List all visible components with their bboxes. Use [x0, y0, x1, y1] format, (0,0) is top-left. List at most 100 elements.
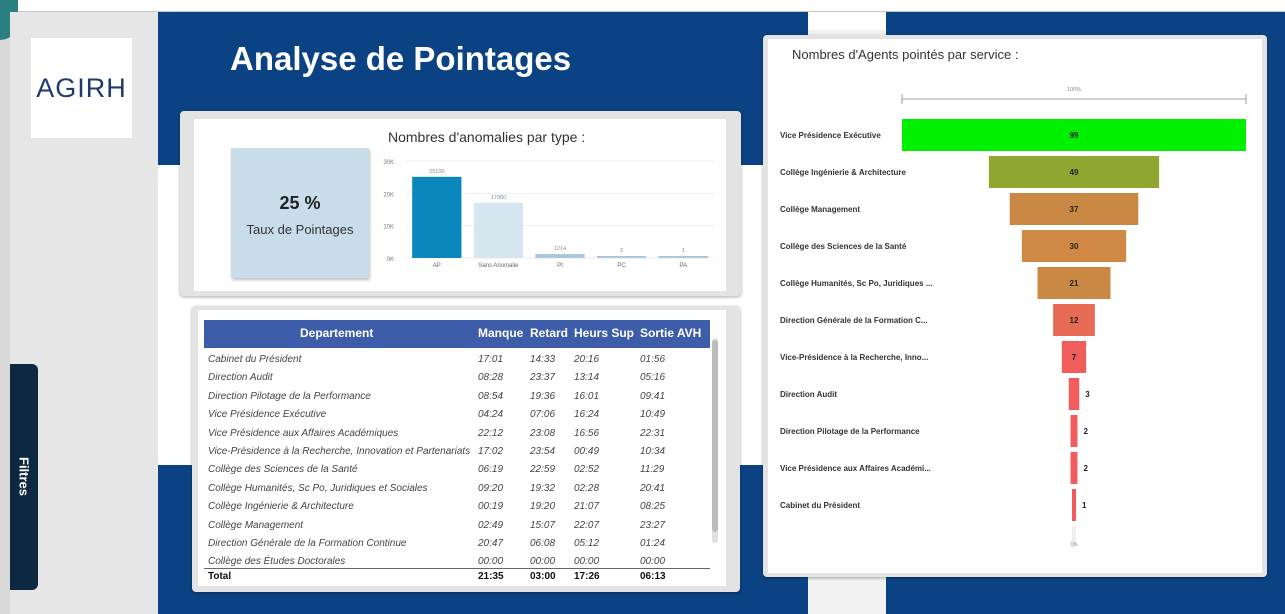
bar-chart-bar[interactable]: [535, 254, 585, 258]
table-cell: 06:08: [530, 538, 556, 549]
agents-funnel-card-body: Nombres d'Agents pointés par service : 1…: [768, 39, 1262, 573]
table-cell: 00:49: [574, 446, 600, 457]
table-total-cell: 17:26: [574, 571, 600, 582]
bar-chart-xtick: PI: [557, 263, 563, 269]
funnel-category-label: Direction Générale de la Formation C...: [780, 316, 928, 325]
table-cell: 02:49: [478, 519, 504, 531]
funnel-bar[interactable]: [1070, 415, 1078, 447]
funnel-category-label: Collège Humanités, Sc Po, Juridiques ...: [780, 279, 932, 288]
funnel-category-label: Collège Ingénierie & Architecture: [780, 168, 907, 177]
table-column-header[interactable]: Departement: [300, 326, 373, 340]
table-cell: 08:25: [640, 501, 666, 513]
bar-chart-bar[interactable]: [596, 256, 647, 258]
table-row[interactable]: Direction Générale de la Formation Conti…: [204, 536, 710, 554]
table-cell: Collège Ingénierie & Architecture: [208, 501, 354, 513]
funnel-category-label: Direction Pilotage de la Performance: [780, 427, 920, 436]
table-cell: Direction Audit: [208, 372, 273, 384]
funnel-category-label: Collège Management: [780, 205, 860, 214]
table-row[interactable]: Vice Présidence aux Affaires Académiques…: [204, 426, 710, 444]
table-cell: 07:06: [530, 409, 556, 421]
table-cell: 05:16: [640, 372, 666, 384]
logo-text: AGIRH: [36, 72, 127, 103]
funnel-bar[interactable]: [1068, 378, 1080, 410]
table-scrollbar[interactable]: [712, 338, 718, 543]
table-cell: 10:34: [640, 446, 666, 457]
table-cell: 08:28: [478, 372, 504, 384]
bar-chart-ytick: 10K: [383, 225, 394, 231]
table-cell: Collège des Sciences de la Santé: [208, 464, 358, 476]
bar-chart-xtick: AP: [433, 263, 441, 269]
bar-chart-ytick: 0K: [387, 257, 394, 263]
bar-chart-title: Nombres d'anomalies par type :: [388, 129, 586, 145]
bar-chart-bar[interactable]: [412, 176, 462, 258]
table-row[interactable]: Collège Management 02:49 15:07 22:07 23:27: [204, 518, 710, 536]
funnel-value-label: 2: [1083, 464, 1088, 473]
table-cell: Vice-Présidence à la Recherche, Innovati…: [208, 446, 471, 457]
bar-chart-xtick: Sans Anomalie: [478, 263, 519, 269]
bar-chart-xtick: PA: [679, 263, 687, 269]
bar-chart-data-label: 1214: [554, 246, 566, 252]
anomalies-bar-chart[interactable]: 0K 10K 20K 30K 25100 AP 17060 Sans Anomalie 1214…: [364, 149, 724, 289]
table-cell: 19:20: [530, 501, 556, 513]
bar-chart-bar[interactable]: [473, 202, 524, 258]
window-top-bar: [0, 0, 1285, 12]
table-cell: 22:12: [478, 427, 504, 439]
table-row[interactable]: Vice Présidence Exécutive 04:24 07:06 16:24…: [204, 407, 710, 425]
table-cell: 14:33: [530, 354, 556, 365]
funnel-category-label: Direction Audit: [780, 390, 837, 399]
table-row[interactable]: Collège des Études Doctorales 00:00 00:00 0…: [204, 554, 710, 572]
kpi-value: 25 %: [279, 193, 321, 213]
table-cell: 05:12: [574, 538, 600, 549]
table-cell: 01:24: [640, 538, 666, 549]
funnel-value-label: 37: [1070, 205, 1079, 214]
table-cell: 15:07: [530, 519, 556, 531]
table-row[interactable]: Collège Humanités, Sc Po, Juridiques et …: [204, 481, 710, 499]
table-column-header[interactable]: Manque: [478, 326, 523, 340]
agents-funnel-chart[interactable]: 100% Vice Présidence Exécutive 99 Collège I…: [768, 69, 1262, 569]
funnel-bar[interactable]: [1072, 489, 1076, 521]
table-cell: 00:00: [640, 556, 666, 568]
departement-table[interactable]: Departement Manque Retard Heurs Sup Sortie A…: [198, 310, 726, 586]
kpi-card[interactable]: 25 % Taux de Pointages: [231, 148, 369, 278]
anomalies-card: 25 % Taux de Pointages Nombres d'anomali…: [180, 111, 741, 296]
funnel-top-label: 100%: [1067, 87, 1081, 93]
bar-chart-data-label: 17060: [491, 195, 506, 201]
table-cell: 02:52: [574, 464, 600, 476]
funnel-bar[interactable]: [1070, 452, 1078, 484]
table-row[interactable]: Collège Ingénierie & Architecture 00:19 19…: [204, 499, 710, 517]
table-scroll-thumb[interactable]: [712, 340, 718, 532]
agents-funnel-card: Nombres d'Agents pointés par service : 1…: [763, 35, 1267, 577]
table-cell: 02:28: [574, 482, 600, 494]
funnel-value-label: 21: [1070, 279, 1079, 288]
table-cell: 11:29: [640, 464, 665, 476]
bar-chart-data-label: 25100: [429, 169, 444, 175]
table-cell: 01:56: [640, 354, 666, 365]
table-cell: 22:31: [640, 427, 666, 439]
table-cell: Collège Management: [208, 519, 304, 531]
table-row[interactable]: Direction Audit 08:28 23:37 13:14 05:16: [204, 370, 710, 388]
filters-tab[interactable]: Filtres: [10, 364, 38, 590]
table-total-cell: 06:13: [640, 571, 666, 582]
table-cell: 08:54: [478, 390, 504, 402]
table-cell: 00:19: [478, 501, 504, 513]
table-column-header[interactable]: Retard: [530, 326, 568, 340]
table-row[interactable]: Cabinet du Président 17:01 14:33 20:16 01:56: [204, 352, 710, 370]
bar-chart-xtick: PC: [617, 263, 626, 269]
table-cell: 00:00: [478, 556, 504, 568]
table-row[interactable]: Vice-Présidence à la Recherche, Innovati…: [204, 444, 710, 462]
table-row[interactable]: Collège des Sciences de la Santé 06:19 22:…: [204, 462, 710, 480]
bar-chart-data-label: 1: [682, 248, 685, 254]
table-total-cell: 03:00: [530, 571, 556, 582]
table-total-cell: 21:35: [478, 571, 504, 582]
table-cell: 13:14: [574, 372, 600, 384]
table-cell: 17:01: [478, 354, 504, 365]
funnel-value-label: 7: [1072, 353, 1077, 362]
table-column-header[interactable]: Sortie AVH: [640, 326, 701, 340]
bar-chart-bar[interactable]: [658, 256, 708, 258]
funnel-category-label: Collège des Sciences de la Santé: [780, 242, 907, 251]
table-total-cell: Total: [208, 571, 232, 582]
table-column-header[interactable]: Heurs Sup: [574, 326, 634, 340]
table-row[interactable]: Direction Pilotage de la Performance 08:5…: [204, 389, 710, 407]
funnel-category-label: Vice Présidence Exécutive: [780, 131, 881, 140]
table-cell: Direction Pilotage de la Performance: [208, 390, 371, 402]
